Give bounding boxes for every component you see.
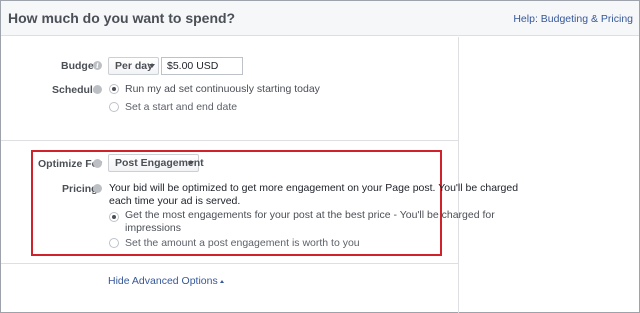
schedule-start-end-radio[interactable] — [109, 102, 119, 112]
hide-advanced-options-link[interactable]: Hide Advanced Options — [108, 275, 224, 287]
optimize-for-dropdown[interactable]: Post Engagement — [108, 154, 204, 172]
section-divider — [1, 263, 458, 264]
pricing-manual-bid-radio[interactable] — [109, 238, 119, 248]
schedule-continuous-label: Run my ad set continuously starting toda… — [125, 83, 320, 95]
budget-period-value: Per day — [115, 60, 153, 72]
budget-label: Budget — [61, 60, 98, 72]
chevron-down-icon — [188, 161, 194, 165]
schedule-label: Schedule — [52, 84, 99, 96]
pricing-best-price-label-line1: Get the most engagements for your post a… — [125, 209, 495, 221]
pricing-best-price-label-line2: impressions — [125, 222, 182, 234]
help-budgeting-pricing-link[interactable]: Help: Budgeting & Pricing — [513, 13, 633, 25]
panel-header: How much do you want to spend? Help: Bud… — [1, 1, 639, 36]
pricing-manual-bid-label: Set the amount a post engagement is wort… — [125, 237, 360, 249]
hide-advanced-options-label: Hide Advanced Options — [108, 275, 218, 287]
section-divider — [1, 140, 458, 141]
chevron-down-icon — [149, 64, 155, 68]
right-column-divider — [458, 37, 459, 313]
budget-period-dropdown[interactable]: Per day — [108, 57, 159, 75]
schedule-start-end-label: Set a start and end date — [125, 101, 238, 113]
pricing-description-line2: each time your ad is served. — [109, 195, 241, 207]
info-icon[interactable]: i — [93, 61, 102, 70]
info-icon[interactable] — [93, 159, 102, 168]
schedule-continuous-radio[interactable] — [109, 84, 119, 94]
pricing-description-line1: Your bid will be optimized to get more e… — [109, 182, 519, 194]
pricing-best-price-radio[interactable] — [109, 212, 119, 222]
chevron-up-icon — [219, 279, 224, 283]
info-icon[interactable] — [93, 184, 102, 193]
page-title: How much do you want to spend? — [8, 10, 236, 26]
spend-panel: How much do you want to spend? Help: Bud… — [0, 0, 640, 313]
budget-amount-input[interactable] — [161, 57, 243, 75]
info-icon[interactable] — [93, 85, 102, 94]
